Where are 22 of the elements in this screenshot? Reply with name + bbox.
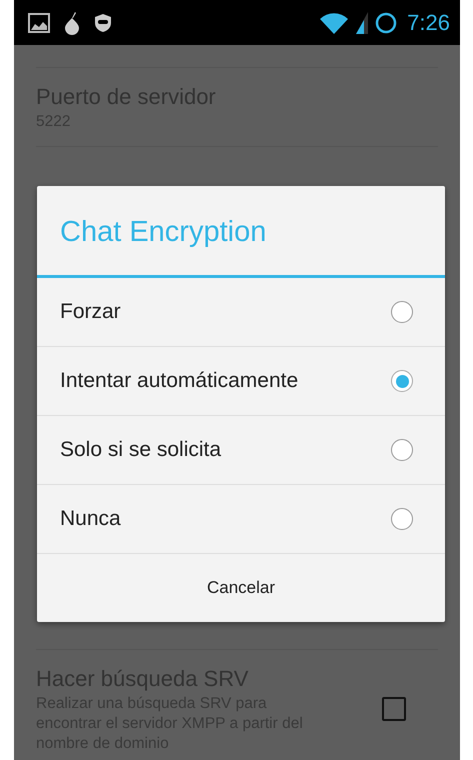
option-item[interactable]: Forzar (37, 278, 445, 346)
checkbox[interactable] (382, 697, 406, 721)
radio-button[interactable] (391, 508, 413, 530)
cancel-button[interactable]: Cancelar (37, 554, 445, 622)
drop-icon (64, 10, 80, 34)
option-item[interactable]: Solo si se solicita (37, 416, 445, 484)
signal-icon (355, 10, 370, 34)
option-item[interactable]: Nunca (37, 485, 445, 553)
option-item[interactable]: Intentar automáticamente (37, 347, 445, 415)
shield-icon (94, 12, 112, 32)
option-label: Intentar automáticamente (60, 369, 298, 393)
clock-time: 7:26 (407, 10, 450, 36)
option-label: Forzar (60, 300, 121, 324)
radio-button[interactable] (391, 370, 413, 392)
radio-button[interactable] (391, 439, 413, 461)
option-label: Nunca (60, 507, 121, 531)
option-label: Solo si se solicita (60, 438, 222, 462)
wifi-icon (319, 10, 350, 34)
loading-circle-icon (375, 12, 398, 34)
dialog-title: Chat Encryption (59, 215, 268, 250)
radio-button[interactable] (391, 301, 413, 323)
picture-icon (28, 12, 50, 32)
